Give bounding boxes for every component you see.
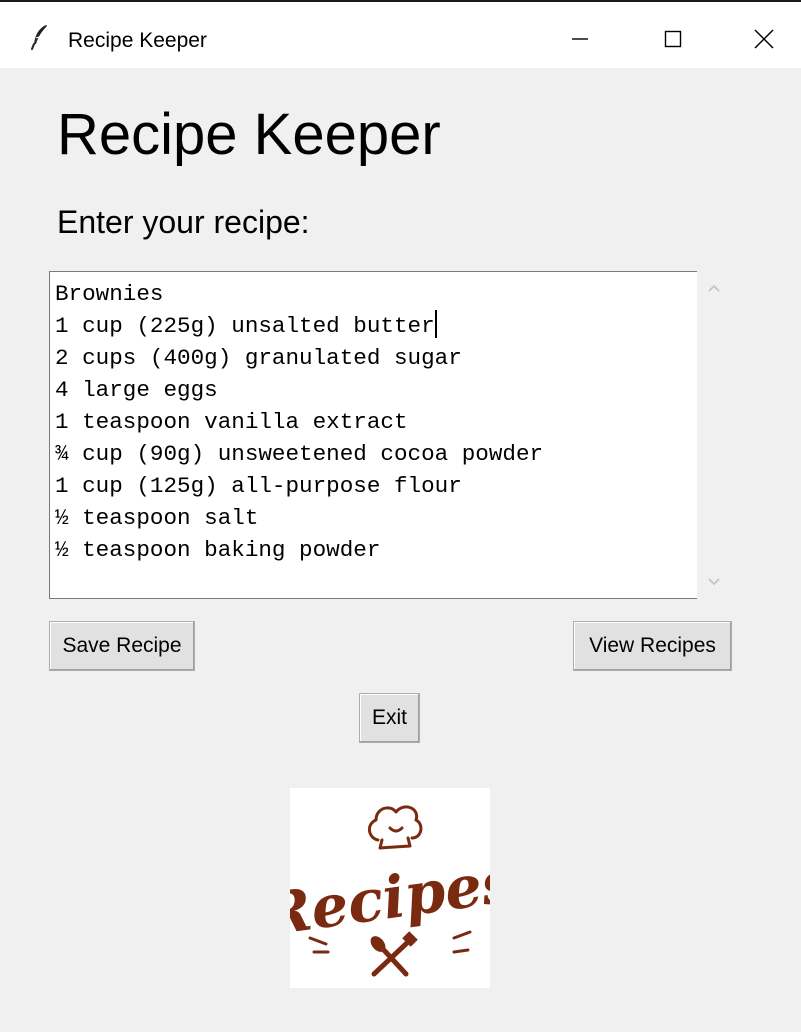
view-recipes-button[interactable]: View Recipes (573, 621, 732, 671)
recipe-line: 1 cup (225g) unsalted butter (55, 310, 437, 342)
app-window: Recipe Keeper Recipe Keeper Enter your r… (0, 0, 801, 1032)
save-recipe-button[interactable]: Save Recipe (49, 621, 195, 671)
recipe-line: 4 large eggs (55, 377, 218, 403)
recipe-line: Brownies (55, 281, 164, 307)
minimize-icon (572, 38, 588, 40)
maximize-icon (664, 30, 682, 48)
feather-icon (30, 24, 50, 50)
recipe-line: ½ teaspoon baking powder (55, 537, 381, 563)
recipe-line: ½ teaspoon salt (55, 505, 259, 531)
recipe-line: 1 teaspoon vanilla extract (55, 409, 408, 435)
minimize-button[interactable] (557, 16, 603, 62)
scroll-down-button[interactable] (697, 565, 731, 599)
recipe-prompt-label: Enter your recipe: (57, 204, 310, 240)
scroll-up-button[interactable] (697, 271, 731, 305)
page-title: Recipe Keeper (57, 102, 441, 167)
close-icon (754, 29, 774, 49)
chevron-down-icon (708, 578, 720, 586)
recipe-line: ¾ cup (90g) unsweetened cocoa powder (55, 441, 544, 467)
maximize-button[interactable] (650, 16, 696, 62)
title-bar: Recipe Keeper (0, 2, 801, 68)
recipe-text-area[interactable]: Brownies 1 cup (225g) unsalted butter 2 … (49, 271, 697, 599)
chef-hat-icon: Recipes (257, 805, 518, 977)
recipe-line: 2 cups (400g) granulated sugar (55, 345, 462, 371)
recipe-line: 1 cup (125g) all-purpose flour (55, 473, 462, 499)
window-title: Recipe Keeper (68, 29, 207, 52)
recipe-line-text: 1 cup (225g) unsalted butter (55, 313, 435, 339)
recipes-logo: Recipes (257, 788, 518, 988)
exit-button[interactable]: Exit (359, 693, 420, 743)
close-button[interactable] (741, 16, 787, 62)
vertical-scrollbar[interactable] (697, 271, 731, 599)
chevron-up-icon (708, 284, 720, 292)
text-caret (434, 310, 437, 338)
